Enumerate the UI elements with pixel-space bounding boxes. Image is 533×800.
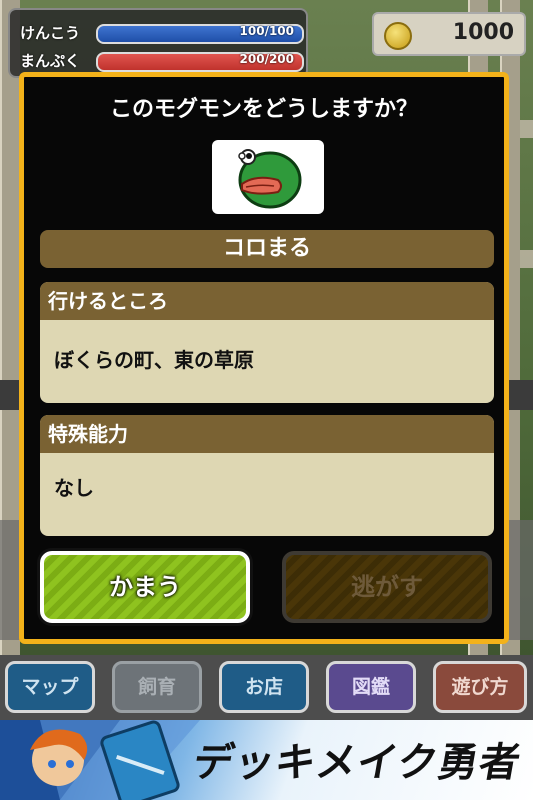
creature-name: コロまる bbox=[40, 230, 494, 268]
hunger-value: 200/200 bbox=[239, 52, 294, 66]
ability-value: なし bbox=[54, 476, 94, 500]
green-creature-icon bbox=[238, 149, 302, 209]
banner-title: デッキメイク勇者 bbox=[189, 740, 525, 786]
nav-map-button[interactable]: マップ bbox=[5, 661, 95, 713]
creature-dialog: このモグモンをどうしますか？ コロまる 行けるところ ぼくらの町、東の草原 特殊… bbox=[19, 72, 509, 644]
health-bar: 100/100 bbox=[96, 24, 304, 44]
bottom-nav: マップ 飼育 お店 図鑑 遊び方 bbox=[0, 655, 533, 720]
status-panel: けんこう 100/100 まんぷく 200/200 bbox=[8, 8, 308, 78]
hunger-bar: 200/200 bbox=[96, 52, 304, 72]
coin-counter: 1000 bbox=[372, 12, 526, 56]
ability-header: 特殊能力 bbox=[40, 415, 494, 453]
dialog-title: このモグモンをどうしますか？ bbox=[109, 97, 418, 122]
coin-amount: 1000 bbox=[452, 20, 514, 45]
coin-icon bbox=[384, 22, 412, 50]
nav-howto-button[interactable]: 遊び方 bbox=[433, 661, 527, 713]
ability-section: 特殊能力 なし bbox=[40, 415, 494, 536]
locations-section: 行けるところ ぼくらの町、東の草原 bbox=[40, 282, 494, 403]
hunger-label: まんぷく bbox=[20, 52, 81, 70]
ad-banner[interactable]: デッキメイク勇者 bbox=[0, 720, 533, 800]
health-label: けんこう bbox=[20, 24, 81, 42]
release-button[interactable]: 逃がす bbox=[282, 551, 492, 623]
locations-value: ぼくらの町、東の草原 bbox=[54, 348, 254, 372]
keep-button[interactable]: かまう bbox=[40, 551, 250, 623]
nav-shop-button[interactable]: お店 bbox=[219, 661, 309, 713]
nav-encyclopedia-button[interactable]: 図鑑 bbox=[326, 661, 416, 713]
locations-header: 行けるところ bbox=[40, 282, 494, 320]
health-value: 100/100 bbox=[239, 24, 294, 38]
creature-portrait bbox=[212, 140, 324, 214]
nav-breeding-button[interactable]: 飼育 bbox=[112, 661, 202, 713]
